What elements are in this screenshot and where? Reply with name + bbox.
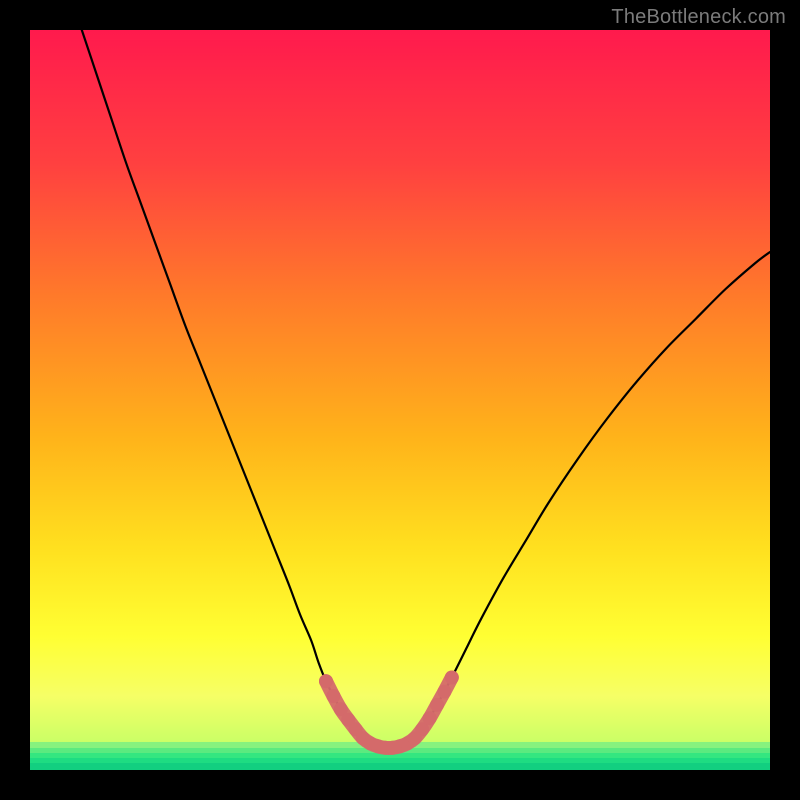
valley-marker-dot <box>437 685 451 699</box>
right-curve <box>415 252 770 738</box>
valley-marker-dot <box>319 674 333 688</box>
valley-marker-dot <box>430 698 444 712</box>
left-curve <box>82 30 363 738</box>
chart-stage: TheBottleneck.com <box>0 0 800 800</box>
watermark-text: TheBottleneck.com <box>611 6 786 29</box>
valley-marker-dot <box>326 689 340 703</box>
valley-marker-dot <box>445 671 459 685</box>
plot-area <box>30 30 770 770</box>
valley-marker-dot <box>423 711 437 725</box>
curve-layer <box>30 30 770 770</box>
